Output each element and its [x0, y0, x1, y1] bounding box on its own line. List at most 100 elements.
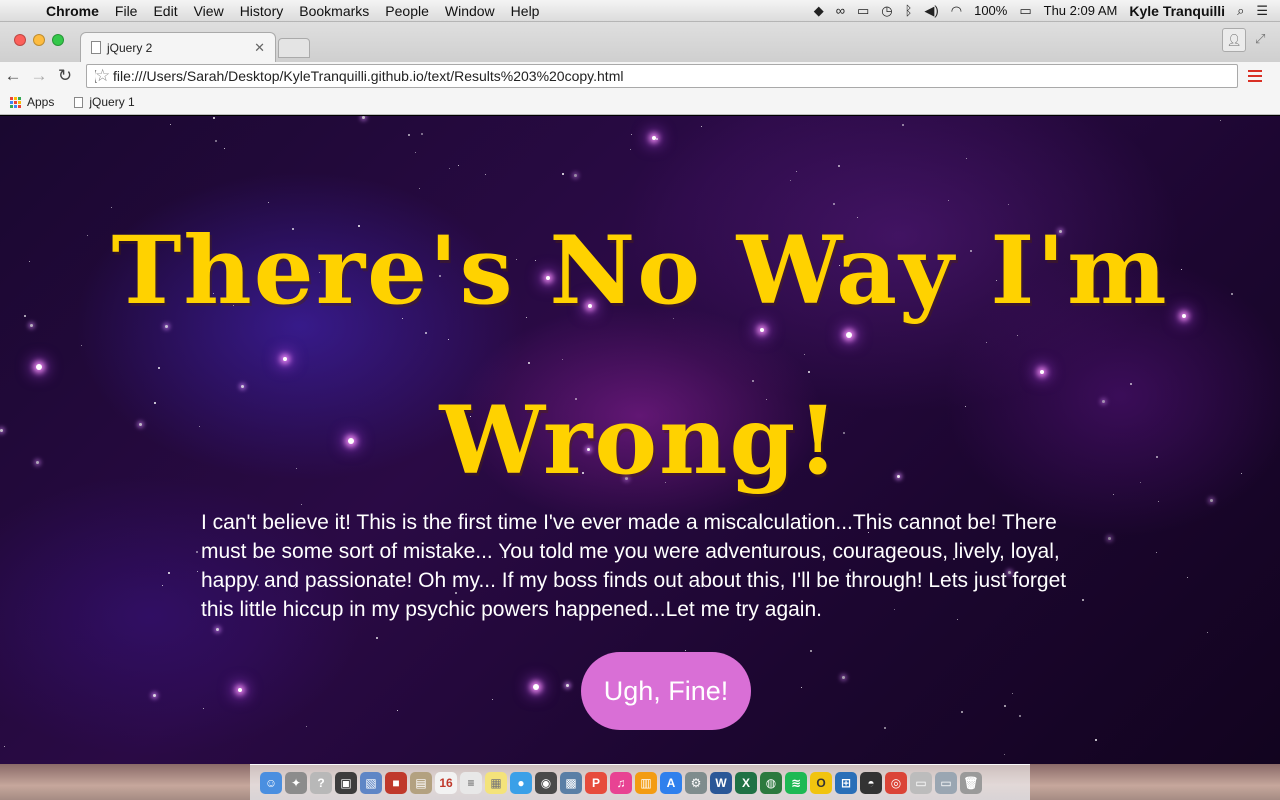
star: [630, 149, 631, 150]
help-icon[interactable]: ?: [310, 771, 332, 794]
notification-center-icon[interactable]: ☰: [1256, 3, 1268, 19]
star: [170, 124, 171, 125]
contacts-icon[interactable]: ▤: [410, 771, 432, 794]
bookmark-star-icon[interactable]: ☆: [95, 66, 111, 86]
menu-edit[interactable]: Edit: [145, 3, 185, 19]
calendar-icon[interactable]: 16: [435, 771, 457, 794]
sourcetree-icon[interactable]: ⊞: [835, 771, 857, 794]
star: [306, 726, 307, 727]
star: [81, 345, 82, 346]
messages-icon[interactable]: ●: [510, 771, 532, 794]
glowing-star: [238, 688, 242, 692]
star: [215, 140, 217, 142]
volume-icon[interactable]: ◀): [924, 3, 938, 19]
excel-icon[interactable]: X: [735, 771, 757, 794]
star: [801, 687, 802, 688]
bookmark-apps[interactable]: Apps: [10, 95, 54, 109]
textedit-icon[interactable]: ≡: [460, 771, 482, 794]
system-preferences-icon[interactable]: ⚙: [685, 771, 707, 794]
github-icon[interactable]: ◓: [860, 771, 882, 794]
menu-help[interactable]: Help: [503, 3, 548, 19]
terminal-icon[interactable]: ▣: [335, 771, 357, 794]
stickies-icon[interactable]: ▦: [485, 771, 507, 794]
window-controls: [14, 34, 64, 46]
chrome-icon[interactable]: ◎: [885, 771, 907, 794]
itunes-icon[interactable]: ♫: [610, 771, 632, 794]
ibooks-icon[interactable]: ▥: [635, 771, 657, 794]
user-name[interactable]: Kyle Tranquilli: [1129, 3, 1225, 19]
bluetooth-icon[interactable]: ᛒ: [905, 3, 913, 18]
finder-icon[interactable]: ☺: [260, 771, 282, 794]
forward-arrow-icon[interactable]: →: [26, 66, 52, 86]
display-icon[interactable]: ▭: [857, 3, 869, 19]
app-store-icon[interactable]: A: [660, 771, 682, 794]
documents-folder-icon[interactable]: ▭: [910, 771, 932, 794]
launchpad-icon[interactable]: ✦: [285, 771, 307, 794]
star: [562, 173, 564, 175]
fullscreen-icon[interactable]: ⤢: [1255, 31, 1265, 47]
close-window-button[interactable]: [14, 34, 26, 46]
menu-window[interactable]: Window: [437, 3, 503, 19]
star: [566, 684, 569, 687]
profile-icon[interactable]: 👤︎: [1222, 28, 1246, 52]
star: [1004, 705, 1006, 707]
apps-grid-icon: [10, 96, 21, 108]
star: [485, 174, 486, 175]
pdf-reader-icon[interactable]: P: [585, 771, 607, 794]
glowing-star: [533, 684, 539, 690]
result-message: I can't believe it! This is the first ti…: [201, 511, 1067, 621]
star: [162, 585, 163, 586]
star: [1012, 693, 1013, 694]
menu-history[interactable]: History: [232, 3, 292, 19]
outlook-icon[interactable]: O: [810, 771, 832, 794]
chrome-toolbar: ← → ↻ file:///Users/Sarah/Desktop/KyleTr…: [0, 62, 1280, 90]
spotlight-search-icon[interactable]: ⌕: [1237, 3, 1244, 19]
trash-icon[interactable]: 🗑︎: [960, 771, 982, 794]
minimize-window-button[interactable]: [33, 34, 45, 46]
chrome-menu-icon[interactable]: [1248, 70, 1262, 82]
downloads-folder-icon[interactable]: ▭: [935, 771, 957, 794]
zoom-window-button[interactable]: [52, 34, 64, 46]
wifi-icon[interactable]: ◠: [951, 3, 962, 19]
preview-icon[interactable]: ▧: [360, 771, 382, 794]
dropbox-icon[interactable]: ◆: [814, 3, 824, 19]
menu-clock[interactable]: Thu 2:09 AM: [1044, 3, 1118, 18]
menu-view[interactable]: View: [186, 3, 232, 19]
photo-booth-icon[interactable]: ■: [385, 771, 407, 794]
star: [449, 168, 450, 169]
spotify-icon[interactable]: ≋: [785, 771, 807, 794]
url-text[interactable]: file:///Users/Sarah/Desktop/KyleTranquil…: [113, 68, 1229, 84]
time-machine-icon[interactable]: ◷: [881, 3, 892, 19]
menu-people[interactable]: People: [377, 3, 437, 19]
facetime-icon[interactable]: ◉: [535, 771, 557, 794]
tab-jquery-2[interactable]: jQuery 2 ✕: [80, 32, 276, 62]
menu-file[interactable]: File: [107, 3, 146, 19]
star: [24, 315, 26, 317]
new-tab-button[interactable]: [278, 38, 310, 58]
close-tab-icon[interactable]: ✕: [254, 40, 265, 56]
ugh-fine-button[interactable]: Ugh, Fine!: [581, 652, 751, 730]
page-icon: [91, 41, 101, 54]
menu-bookmarks[interactable]: Bookmarks: [291, 3, 377, 19]
star: [631, 134, 632, 135]
back-arrow-icon[interactable]: ←: [0, 66, 26, 86]
creative-cloud-icon[interactable]: ∞: [836, 3, 845, 18]
star: [884, 727, 886, 729]
battery-percent[interactable]: 100%: [974, 3, 1007, 18]
star: [1108, 537, 1111, 540]
star: [685, 650, 686, 651]
menu-app-name[interactable]: Chrome: [40, 3, 107, 19]
star: [842, 676, 845, 679]
star: [656, 138, 658, 140]
maps-icon[interactable]: ◍: [760, 771, 782, 794]
image-capture-icon[interactable]: ▩: [560, 771, 582, 794]
star: [1187, 577, 1188, 578]
address-bar[interactable]: file:///Users/Sarah/Desktop/KyleTranquil…: [86, 64, 1238, 88]
star: [197, 571, 198, 572]
battery-icon[interactable]: ▭: [1019, 3, 1031, 19]
star: [397, 710, 398, 711]
star: [1220, 120, 1221, 121]
reload-icon[interactable]: ↻: [52, 66, 78, 86]
word-icon[interactable]: W: [710, 771, 732, 794]
bookmark-jquery-1[interactable]: jQuery 1: [74, 95, 135, 109]
